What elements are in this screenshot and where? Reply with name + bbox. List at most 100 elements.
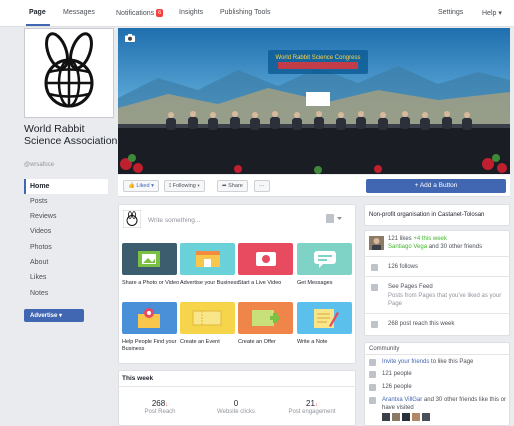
website-clicks-value: 0 [233,399,239,408]
rabbit-globe-logo-icon [25,29,113,117]
tile-label-get-messages: Get Messages [297,280,333,286]
community-title: Community [369,346,400,352]
sidebar-item-videos[interactable]: Videos [24,224,108,239]
tab-page[interactable]: Page [29,9,46,16]
invite-friends-row: Invite your friends to like this Page [382,359,473,367]
sidebar-item-about[interactable]: About [24,255,108,270]
tile-label-share-photo: Share a Photo or Video [122,280,180,286]
tab-notifications-label: Notifications [116,10,155,17]
camera-icon[interactable] [125,34,135,42]
tile-label-help-find: Help People Find your Business [122,339,177,352]
top-nav: Page Messages Notifications 6 Insights Pu… [0,0,514,27]
page-selector-icon[interactable] [326,214,342,223]
arrow-down-icon: ↓ [314,402,318,408]
tab-publishing-tools[interactable]: Publishing Tools [220,9,270,16]
friends-visited-row: Arantxa VillGar and 30 other friends lik… [382,397,506,412]
rss-icon: ⟟ [169,183,172,189]
tile-label-create-event: Create an Event [180,339,220,345]
tile-label-write-note: Write a Note [297,339,328,345]
post-engagement-number: 21 [306,399,315,408]
sidebar-item-likes[interactable]: Likes [24,270,108,285]
settings-link[interactable]: Settings [438,9,463,16]
follow-count-icon [369,384,376,391]
post-reach-number: 268 [151,399,166,408]
tile-write-note[interactable] [297,302,352,334]
sidebar-item-home[interactable]: Home [24,179,108,194]
following-button[interactable]: ⟟ Following ▾ [164,180,205,192]
tile-get-messages[interactable] [297,243,352,275]
help-menu[interactable]: Help ▾ [482,9,502,17]
storefront-icon [196,251,220,267]
more-button[interactable]: ··· [254,180,270,192]
facebook-page-admin: Page Messages Notifications 6 Insights Pu… [0,0,514,426]
divider [364,354,510,355]
map-pin-icon [138,308,160,328]
community-follows: 126 people [382,384,412,390]
profile-picture[interactable] [24,28,114,118]
pages-feed-icon [371,284,378,291]
live-video-icon [256,252,276,266]
tile-advertise[interactable] [180,243,235,275]
page-title: World Rabbit Science Association [24,123,118,147]
sidebar-item-photos[interactable]: Photos [24,240,108,255]
invite-friends-suffix: to like this Page [431,359,474,365]
invite-friends-link[interactable]: Invite your friends [382,359,429,365]
post-engagement-label: Post engagement [288,409,336,415]
divider [118,386,356,387]
post-reach-summary: 268 post reach this week [388,321,455,327]
tab-messages[interactable]: Messages [63,9,95,16]
tile-create-offer[interactable] [238,302,293,334]
tile-create-event[interactable] [180,302,235,334]
tile-label-live-video: Start a Live Video [238,280,282,286]
arrow-down-icon: ↓ [165,402,169,408]
share-button[interactable]: ➦ Share [217,180,248,192]
tile-help-find[interactable] [122,302,177,334]
photo-video-icon [138,251,160,267]
divider [364,276,510,277]
reach-icon [371,321,378,328]
likes-count: 121 likes [388,236,412,242]
tab-notifications[interactable]: Notifications 6 [116,9,164,17]
likes-friends-suffix: and 30 other friends [428,244,483,250]
sidebar-item-posts[interactable]: Posts [24,194,108,209]
friend-name-link[interactable]: Santiago Vega [388,244,427,250]
likes-summary: 121 likes +4 this week [388,236,447,244]
tab-insights[interactable]: Insights [179,9,203,16]
ticket-icon [192,310,222,326]
friend-avatars-strip [382,413,430,421]
advertise-button[interactable]: Advertise ▾ [24,309,84,322]
this-week-card [118,370,356,426]
share-icon: ➦ [222,183,227,189]
this-week-title: This week [122,375,154,382]
invite-friends-icon [369,359,376,366]
divider [364,256,510,257]
divider [364,313,510,314]
post-engagement-value: 21↓ [282,399,342,408]
add-a-button[interactable]: + Add a Button [366,179,506,193]
liked-label: Liked ▾ [136,183,154,189]
sidebar-item-notes[interactable]: Notes [24,286,108,301]
friend-visited-link[interactable]: Arantxa VillGar [382,397,422,403]
like-icon: 👍 [128,183,135,189]
cover-photo[interactable]: World Rabbit Science Congress [118,28,510,174]
page-handle[interactable]: @wrsafoce [24,162,54,168]
active-tab-indicator [26,24,50,26]
friend-avatar-icon [369,236,384,250]
post-reach-label: Post Reach [144,409,176,415]
page-category: Non-profit organisation in Castanet-Tolo… [369,212,485,218]
likes-friends: Santiago Vega and 30 other friends [388,244,482,252]
following-label: Following ▾ [172,183,200,189]
composer-input[interactable]: Write something... [148,217,200,224]
tile-label-advertise: Advertise your Business [180,280,239,286]
pages-feed-description: Posts from Pages that you've liked as yo… [388,293,502,307]
like-count-icon [369,371,376,378]
tile-live-video[interactable] [238,243,293,275]
sidebar-item-reviews[interactable]: Reviews [24,209,108,224]
see-pages-feed-link[interactable]: See Pages Feed [388,284,433,292]
cover-banner-text: World Rabbit Science Congress [276,55,361,61]
liked-button[interactable]: 👍 Liked ▾ [123,180,159,192]
likes-delta: +4 this week [413,236,447,242]
website-clicks-label: Website clicks [217,409,255,415]
follows-count: 126 follows [388,264,419,270]
tile-share-photo[interactable] [122,243,177,275]
